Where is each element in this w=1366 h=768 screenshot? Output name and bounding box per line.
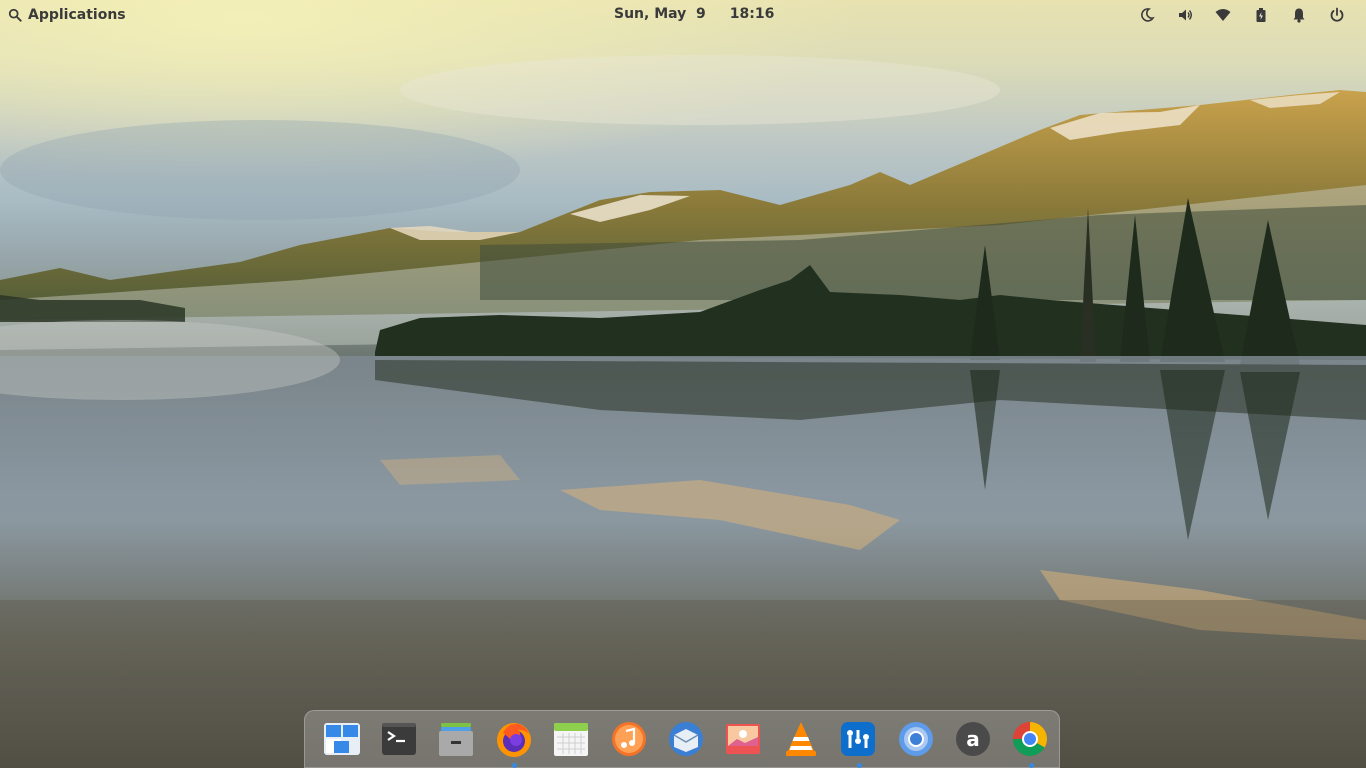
dock-item-photos[interactable]	[715, 710, 772, 768]
dock: a	[304, 710, 1060, 768]
system-monitor-icon	[841, 722, 876, 756]
running-indicator	[1028, 763, 1034, 768]
system-indicators	[1128, 5, 1356, 25]
wallpaper-landscape	[0, 0, 1366, 768]
mail-icon	[669, 722, 704, 756]
night-light-indicator[interactable]	[1128, 5, 1166, 25]
dock-item-mail[interactable]	[657, 710, 714, 768]
applications-label: Applications	[28, 7, 126, 23]
appcenter-icon: a	[955, 722, 990, 756]
network-indicator[interactable]	[1204, 5, 1242, 25]
session-indicator[interactable]	[1318, 5, 1356, 25]
desktop-wallpaper	[0, 0, 1366, 768]
dock-item-vlc[interactable]	[772, 710, 829, 768]
dock-item-system-monitor[interactable]	[830, 710, 887, 768]
search-icon	[8, 8, 22, 22]
wifi-icon	[1215, 9, 1231, 21]
photos-icon	[726, 724, 761, 754]
dock-item-chromium[interactable]	[887, 710, 944, 768]
chromium-icon	[898, 722, 933, 756]
firefox-icon	[496, 723, 531, 757]
running-indicator	[856, 763, 862, 768]
notifications-icon	[1293, 8, 1305, 23]
dock-item-chrome[interactable]	[1002, 710, 1059, 768]
power-icon	[1330, 7, 1344, 22]
night-light-icon	[1141, 8, 1155, 22]
applications-menu-button[interactable]: Applications	[8, 6, 126, 24]
chrome-icon	[1013, 722, 1048, 756]
terminal-icon	[382, 723, 417, 755]
volume-icon	[1179, 9, 1192, 21]
dock-item-terminal[interactable]	[370, 710, 427, 768]
multitasking-view-icon	[323, 723, 360, 755]
dock-item-music[interactable]	[600, 710, 657, 768]
svg-text:a: a	[966, 727, 980, 751]
battery-icon	[1256, 8, 1266, 22]
power-supply-indicator[interactable]	[1242, 5, 1280, 25]
files-icon	[439, 723, 474, 756]
music-icon	[611, 722, 646, 756]
top-panel: Applications Sun, May 9 18:16	[0, 0, 1366, 30]
datetime-indicator[interactable]: Sun, May 9 18:16	[614, 6, 774, 24]
running-indicator	[512, 763, 518, 768]
calendar-icon	[554, 723, 589, 756]
dock-item-multitasking-view[interactable]	[313, 710, 370, 768]
dock-item-calendar[interactable]	[543, 710, 600, 768]
dock-item-appcenter[interactable]: a	[944, 710, 1001, 768]
time-label: 18:16	[729, 6, 775, 22]
dock-item-firefox[interactable]	[485, 710, 542, 768]
dock-item-files[interactable]	[428, 710, 485, 768]
vlc-icon	[785, 722, 816, 756]
date-label: Sun, May 9	[614, 6, 706, 22]
notifications-indicator[interactable]	[1280, 5, 1318, 25]
volume-indicator[interactable]	[1166, 5, 1204, 25]
